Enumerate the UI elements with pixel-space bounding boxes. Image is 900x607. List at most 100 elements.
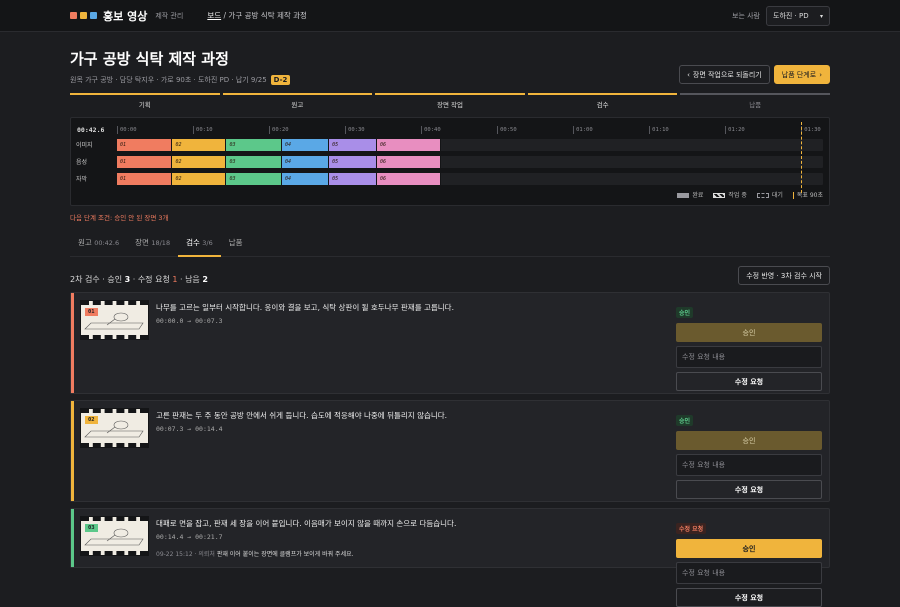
timeline-clip[interactable]: 02 — [172, 139, 227, 151]
app-brand: 홍보 영상 — [103, 9, 148, 23]
stage-review[interactable]: 검수 — [527, 93, 678, 109]
review-card: 03 대패로 면을 잡고, 판재 세 장을 이어 붙입니다. 이음매가 보이지 않… — [70, 508, 830, 607]
viewer-select[interactable]: 도하진 · PD ▾ — [766, 6, 830, 26]
tab-scenes[interactable]: 장면 18/18 — [127, 233, 178, 257]
project-meta-text: 원목 가구 공방 · 담당 탁지우 · 가로 90초 · 도하진 PD · 납기… — [70, 76, 267, 84]
timeline-clip[interactable]: 06 — [376, 139, 441, 151]
next-stage-button[interactable]: 납품 단계로 › — [773, 65, 830, 84]
approve-button[interactable]: 승인 — [676, 539, 822, 558]
tab-script[interactable]: 원고 00:42.6 — [70, 233, 127, 257]
timeline-clip[interactable]: 01 — [117, 139, 173, 151]
timeline-current-time: 00:42.6 — [77, 126, 105, 134]
scene-script-text: 나무를 고르는 일부터 시작합니다. 옹이와 결을 보고, 식탁 상판이 될 호… — [156, 303, 454, 312]
timeline-clip[interactable]: 04 — [281, 156, 330, 168]
breadcrumb-board-link[interactable]: 보드 — [207, 11, 221, 20]
timeline-row-image[interactable]: 01 02 03 04 05 06 — [117, 139, 823, 151]
revision-request-input[interactable]: 수정 요청 내용 — [676, 346, 822, 368]
timeline-row-subtitle[interactable]: 01 02 03 04 05 06 — [117, 173, 823, 185]
dday-badge: D-2 — [270, 75, 291, 85]
next-stage-condition: 다음 단계 조건: 승인 안 된 장면 3개 — [70, 214, 169, 222]
app-logo — [70, 12, 97, 19]
viewer-switcher: 보는 사람 도하진 · PD ▾ — [732, 6, 830, 26]
timeline-tick: 00:30 — [345, 126, 365, 134]
tab-delivery[interactable]: 납품 — [221, 233, 251, 257]
stage-delivery[interactable]: 납품 — [680, 93, 830, 109]
timeline-clip[interactable]: 03 — [226, 139, 282, 151]
timeline-tick: 01:20 — [725, 126, 745, 134]
project-header: 가구 공방 식탁 제작 과정 원목 가구 공방 · 담당 탁지우 · 가로 90… — [70, 48, 830, 85]
timeline-tick: 00:20 — [269, 126, 289, 134]
approve-button[interactable]: 승인 — [676, 323, 822, 342]
app-subtitle: 제작 관리 — [155, 11, 184, 20]
stage-plan[interactable]: 기획 — [70, 93, 220, 109]
header-actions: ‹ 장면 작업으로 되돌리기 납품 단계로 › — [679, 65, 830, 84]
sketch-icon — [84, 312, 144, 330]
scene-thumbnail[interactable]: 01 — [80, 300, 149, 340]
approve-button[interactable]: 승인 — [676, 431, 822, 450]
scene-time-range: 00:14.4 → 00:21.7 — [156, 533, 223, 541]
timeline-tick: 00:50 — [497, 126, 517, 134]
scene-script-text: 고른 판재는 두 주 동안 공방 안에서 쉬게 둡니다. 습도에 적응해야 나중… — [156, 411, 448, 420]
scene-color-bar — [71, 293, 74, 393]
timeline-tick: 00:40 — [421, 126, 441, 134]
sketch-icon — [84, 528, 144, 546]
timeline-row-audio[interactable]: 01 02 03 04 05 06 — [117, 156, 823, 168]
logo-square-1 — [70, 12, 77, 19]
row-label-image: 이미지 — [76, 142, 93, 149]
timeline-tick: 01:10 — [649, 126, 669, 134]
review-card: 02 고른 판재는 두 주 동안 공방 안에서 쉬게 둡니다. 습도에 적응해야 … — [70, 400, 830, 502]
tab-bar: 원고 00:42.6 장면 18/18 검수 3/6 납품 — [70, 233, 830, 257]
viewer-label: 보는 사람 — [732, 12, 760, 20]
breadcrumb-current: 가구 공방 식탁 제작 과정 — [228, 11, 307, 20]
legend-waiting: 대기 — [756, 190, 783, 199]
top-bar: 홍보 영상 제작 관리 보드 / 가구 공방 식탁 제작 과정 보는 사람 도하… — [0, 0, 900, 32]
timeline-clip[interactable]: 03 — [226, 156, 282, 168]
status-badge: 승인 — [676, 415, 694, 426]
legend-working: 작업 중 — [713, 190, 747, 199]
chevron-right-icon: › — [819, 70, 822, 79]
timeline-clip[interactable]: 02 — [172, 173, 227, 185]
timeline-clip[interactable]: 05 — [329, 156, 377, 168]
timeline-clip[interactable]: 02 — [172, 156, 227, 168]
timeline-tick: 00:00 — [117, 126, 137, 134]
timeline-clip[interactable]: 04 — [281, 173, 330, 185]
timeline-clip[interactable]: 06 — [376, 173, 441, 185]
tab-review[interactable]: 검수 3/6 — [178, 233, 221, 257]
request-revision-button[interactable]: 수정 요청 — [676, 372, 822, 391]
review-comment: 09-22 15:12 · 의뢰처 판재 이어 붙이는 장면에 클램프가 보이게… — [156, 551, 354, 558]
status-badge: 수정 요청 — [676, 523, 707, 534]
scene-color-bar — [71, 401, 74, 501]
timeline-clip[interactable]: 03 — [226, 173, 282, 185]
review-card: 01 나무를 고르는 일부터 시작합니다. 옹이와 결을 보고, 식탁 상판이 될… — [70, 292, 830, 394]
timeline-clip[interactable]: 04 — [281, 139, 330, 151]
scene-time-range: 00:07.3 → 00:14.4 — [156, 425, 223, 433]
scene-thumbnail[interactable]: 03 — [80, 516, 149, 556]
stage-scene-work[interactable]: 장면 작업 — [375, 93, 525, 109]
timeline-tick: 01:00 — [573, 126, 593, 134]
request-revision-button[interactable]: 수정 요청 — [676, 480, 822, 499]
timeline-clip[interactable]: 01 — [117, 156, 173, 168]
revision-request-input[interactable]: 수정 요청 내용 — [676, 454, 822, 476]
breadcrumb: 보드 / 가구 공방 식탁 제작 과정 — [207, 10, 307, 21]
review-summary: 2차 검수 · 승인 3 · 수정 요청 1 · 남음 2 — [70, 275, 208, 284]
legend-target: 목표 90초 — [792, 190, 823, 199]
request-revision-button[interactable]: 수정 요청 — [676, 588, 822, 607]
timeline-clip[interactable]: 05 — [329, 139, 377, 151]
timeline-clip[interactable]: 06 — [376, 156, 441, 168]
timeline-tick: 01:30 — [801, 126, 821, 134]
stage-script[interactable]: 원고 — [222, 93, 373, 109]
viewer-select-value: 도하진 · PD — [773, 12, 809, 20]
chevron-left-icon: ‹ — [687, 70, 690, 79]
scene-color-bar — [71, 509, 74, 567]
review-actions: 승인 승인 수정 요청 내용 수정 요청 — [676, 300, 822, 391]
revision-request-input[interactable]: 수정 요청 내용 — [676, 562, 822, 584]
stage-progress: 기획 원고 장면 작업 검수 납품 — [70, 93, 830, 109]
target-duration-marker — [801, 122, 803, 193]
start-third-review-button[interactable]: 수정 반영 · 3차 검수 시작 — [738, 266, 830, 285]
scene-time-range: 00:00.0 → 00:07.3 — [156, 317, 223, 325]
timeline-clip[interactable]: 01 — [117, 173, 173, 185]
timeline-clip[interactable]: 05 — [329, 173, 377, 185]
remaining-count: 2 — [202, 275, 208, 284]
scene-thumbnail[interactable]: 02 — [80, 408, 149, 448]
back-to-scenes-button[interactable]: ‹ 장면 작업으로 되돌리기 — [679, 65, 770, 84]
